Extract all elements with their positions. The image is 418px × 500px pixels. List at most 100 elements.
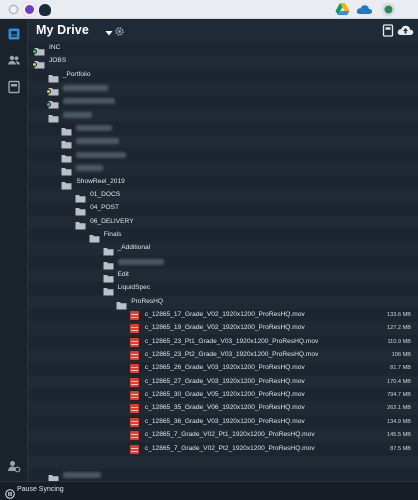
folder-row[interactable]: _Additional	[28, 242, 418, 256]
file-size: 262.1 MB	[387, 405, 411, 412]
file-row[interactable]: c_12865_36_Grade_V03_1920x1200_ProResHQ.…	[28, 416, 418, 429]
folder-name: _Additional	[117, 244, 151, 252]
status-bar: Pause Syncing	[0, 481, 418, 500]
cloud-icon[interactable]	[356, 2, 373, 17]
redacted-label	[117, 258, 164, 265]
chevron-down-icon[interactable]	[104, 25, 114, 36]
folder-row[interactable]	[28, 469, 418, 481]
left-rail	[0, 19, 28, 481]
profile-dot-icon[interactable]	[380, 1, 397, 18]
extension-icon-purple[interactable]	[22, 2, 37, 17]
video-file-icon	[129, 444, 139, 454]
synced-status-icon	[32, 49, 37, 54]
google-drive-icon[interactable]	[335, 2, 350, 17]
folder-row[interactable]: _Portfolio	[28, 69, 418, 83]
folder-icon	[75, 203, 86, 216]
file-row[interactable]: c_12865_23_Pt2_Grade_V03_1920x1200_ProRe…	[28, 349, 418, 362]
folder-name: JOBS	[49, 57, 67, 65]
file-size: 133.6 MB	[387, 312, 411, 318]
folder-row[interactable]: 06_DELIVERY	[28, 216, 418, 230]
folder-row[interactable]	[28, 122, 418, 136]
folder-row[interactable]	[28, 109, 418, 123]
book-icon[interactable]	[382, 24, 394, 37]
file-name: c_12865_27_Grade_V03_1920x1200_ProResHQ.…	[144, 377, 305, 385]
folder-icon	[75, 190, 86, 203]
folder-name: 04_POST	[90, 204, 120, 212]
folder-name: INC	[49, 44, 61, 51]
folder-row[interactable]	[28, 82, 418, 96]
folder-icon	[61, 123, 72, 136]
drive-nav-icon[interactable]	[7, 27, 21, 41]
file-size: 794.7 MB	[387, 392, 411, 399]
folder-row[interactable]: INC	[28, 42, 418, 56]
file-row[interactable]: c_12865_26_Grade_V03_1920x1200_ProResHQ.…	[28, 362, 418, 375]
file-row[interactable]: c_12865_30_Grade_V05_1920x1200_ProResHQ.…	[28, 389, 418, 402]
file-row[interactable]: c_12865_7_Grade_V02_Pt2_1920x1200_ProRes…	[28, 443, 418, 456]
folder-row[interactable]: LiquidSpec	[28, 282, 418, 296]
users-nav-icon[interactable]	[7, 53, 21, 67]
folder-row[interactable]	[28, 135, 418, 149]
folder-row[interactable]	[28, 162, 418, 176]
app-window: My Drive INC JOBS _Portfolio ShowReel_2019 0…	[0, 0, 418, 500]
pause-syncing-button[interactable]: Pause Syncing	[17, 486, 64, 493]
file-name: c_12865_17_Grade_V02_1920x1200_ProResHQ.…	[144, 311, 305, 318]
folder-icon	[75, 217, 86, 230]
folder-icon	[61, 150, 72, 163]
video-file-icon	[129, 417, 139, 427]
file-name: c_12865_19_Grade_V02_1920x1200_ProResHQ.…	[144, 324, 305, 332]
file-size: 110.9 MB	[387, 338, 411, 345]
file-row[interactable]: c_12865_7_Grade_V02_Pt1_1920x1200_ProRes…	[28, 429, 418, 442]
file-name: c_12865_7_Grade_V02_Pt2_1920x1200_ProRes…	[144, 444, 315, 452]
folder-name: ProResHQ	[131, 297, 164, 305]
file-size: 170.4 MB	[387, 378, 411, 385]
folder-icon	[103, 257, 114, 270]
file-size: 145.5 MB	[387, 432, 411, 439]
folder-row[interactable]	[28, 256, 418, 270]
extension-icon[interactable]	[6, 2, 21, 17]
file-row[interactable]: c_12865_19_Grade_V02_1920x1200_ProResHQ.…	[28, 322, 418, 335]
folder-row[interactable]: JOBS	[28, 55, 418, 69]
redacted-label	[76, 125, 113, 132]
video-file-icon	[129, 377, 139, 387]
redacted-label	[62, 472, 101, 479]
redacted-label	[76, 151, 127, 158]
cloud-upload-icon[interactable]	[397, 23, 414, 37]
folder-row[interactable]: Finals	[28, 229, 418, 243]
file-name: c_12865_30_Grade_V05_1920x1200_ProResHQ.…	[144, 391, 305, 399]
page-title[interactable]: My Drive	[36, 23, 89, 37]
file-row[interactable]: c_12865_27_Grade_V03_1920x1200_ProResHQ.…	[28, 376, 418, 389]
admin-user-icon[interactable]	[7, 459, 21, 473]
file-row[interactable]: c_12865_17_Grade_V02_1920x1200_ProResHQ.…	[28, 309, 418, 322]
extension-icon-dark[interactable]	[39, 4, 51, 16]
file-row[interactable]: c_12865_35_Grade_V06_1920x1200_ProResHQ.…	[28, 402, 418, 415]
folder-row[interactable]: Edit	[28, 269, 418, 283]
video-file-icon	[129, 431, 139, 441]
folder-row[interactable]: 01_DOCS	[28, 189, 418, 203]
file-name: c_12865_26_Grade_V03_1920x1200_ProResHQ.…	[144, 364, 305, 372]
folder-name: LiquidSpec	[117, 284, 151, 292]
video-file-icon	[129, 311, 139, 320]
folder-row[interactable]	[28, 95, 418, 109]
redacted-label	[62, 98, 115, 105]
folder-icon	[116, 297, 127, 310]
pause-icon[interactable]	[5, 486, 15, 499]
video-file-icon	[129, 337, 139, 347]
file-row[interactable]: c_12865_23_Pt1_Grade_V03_1920x1200_ProRe…	[28, 336, 418, 349]
shared-nav-icon[interactable]	[7, 80, 21, 94]
folder-row[interactable]: ProResHQ	[28, 296, 418, 310]
redacted-label	[76, 138, 120, 145]
gear-icon[interactable]	[114, 24, 125, 36]
folder-name: 06_DELIVERY	[90, 217, 134, 225]
video-file-icon	[129, 391, 139, 401]
folder-row[interactable]	[28, 149, 418, 163]
file-size: 134.9 MB	[387, 418, 411, 425]
folder-icon	[61, 136, 72, 149]
folder-row[interactable]: 04_POST	[28, 202, 418, 216]
folder-icon	[89, 230, 100, 243]
folder-name: _Portfolio	[62, 70, 91, 78]
folder-row[interactable]: ShowReel_2019	[28, 176, 418, 189]
file-name: c_12865_23_Pt1_Grade_V03_1920x1200_ProRe…	[144, 337, 319, 345]
video-file-icon	[129, 364, 139, 374]
folder-icon	[61, 177, 72, 189]
